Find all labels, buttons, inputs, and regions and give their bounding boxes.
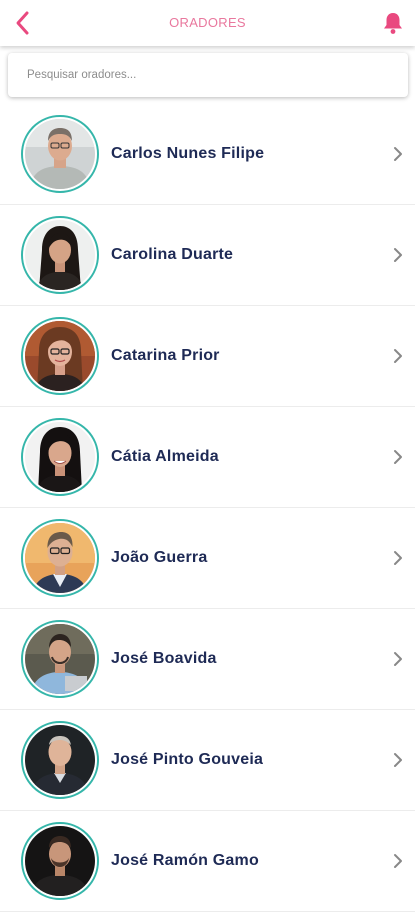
list-item[interactable]: José Pinto Gouveia bbox=[0, 710, 415, 811]
avatar bbox=[21, 620, 99, 698]
list-item[interactable]: João Guerra bbox=[0, 508, 415, 609]
chevron-right-icon bbox=[394, 551, 402, 565]
chevron-right-icon bbox=[394, 753, 402, 767]
list-item[interactable]: José Boavida bbox=[0, 609, 415, 710]
speaker-name: Cátia Almeida bbox=[111, 448, 219, 465]
app-header: ORADORES bbox=[0, 0, 415, 46]
speakers-list: Carlos Nunes Filipe Carolina Duarte Cata… bbox=[0, 104, 415, 912]
chevron-right-icon bbox=[394, 147, 402, 161]
speaker-name: Catarina Prior bbox=[111, 347, 220, 364]
chevron-right-icon bbox=[394, 248, 402, 262]
avatar bbox=[21, 115, 99, 193]
chevron-right-icon bbox=[394, 450, 402, 464]
search-box bbox=[8, 53, 408, 97]
speaker-name: Carolina Duarte bbox=[111, 246, 234, 263]
notifications-button[interactable] bbox=[379, 9, 407, 37]
avatar bbox=[21, 216, 99, 294]
speaker-name: José Ramón Gamo bbox=[111, 852, 259, 869]
list-item[interactable]: Carlos Nunes Filipe bbox=[0, 104, 415, 205]
search-input[interactable] bbox=[8, 53, 408, 97]
avatar bbox=[21, 317, 99, 395]
bell-icon bbox=[384, 13, 402, 34]
page-title: ORADORES bbox=[169, 15, 246, 30]
speaker-name: Carlos Nunes Filipe bbox=[111, 145, 265, 162]
avatar bbox=[21, 418, 99, 496]
speaker-name: João Guerra bbox=[111, 549, 208, 566]
speaker-name: José Boavida bbox=[111, 650, 217, 667]
list-item[interactable]: José Ramón Gamo bbox=[0, 811, 415, 912]
speaker-name: José Pinto Gouveia bbox=[111, 751, 264, 768]
avatar bbox=[21, 519, 99, 597]
list-item[interactable]: Catarina Prior bbox=[0, 306, 415, 407]
avatar bbox=[21, 721, 99, 799]
chevron-right-icon bbox=[394, 652, 402, 666]
avatar bbox=[21, 822, 99, 900]
list-item[interactable]: Carolina Duarte bbox=[0, 205, 415, 306]
list-item[interactable]: Cátia Almeida bbox=[0, 407, 415, 508]
chevron-right-icon bbox=[394, 349, 402, 363]
chevron-right-icon bbox=[394, 854, 402, 868]
